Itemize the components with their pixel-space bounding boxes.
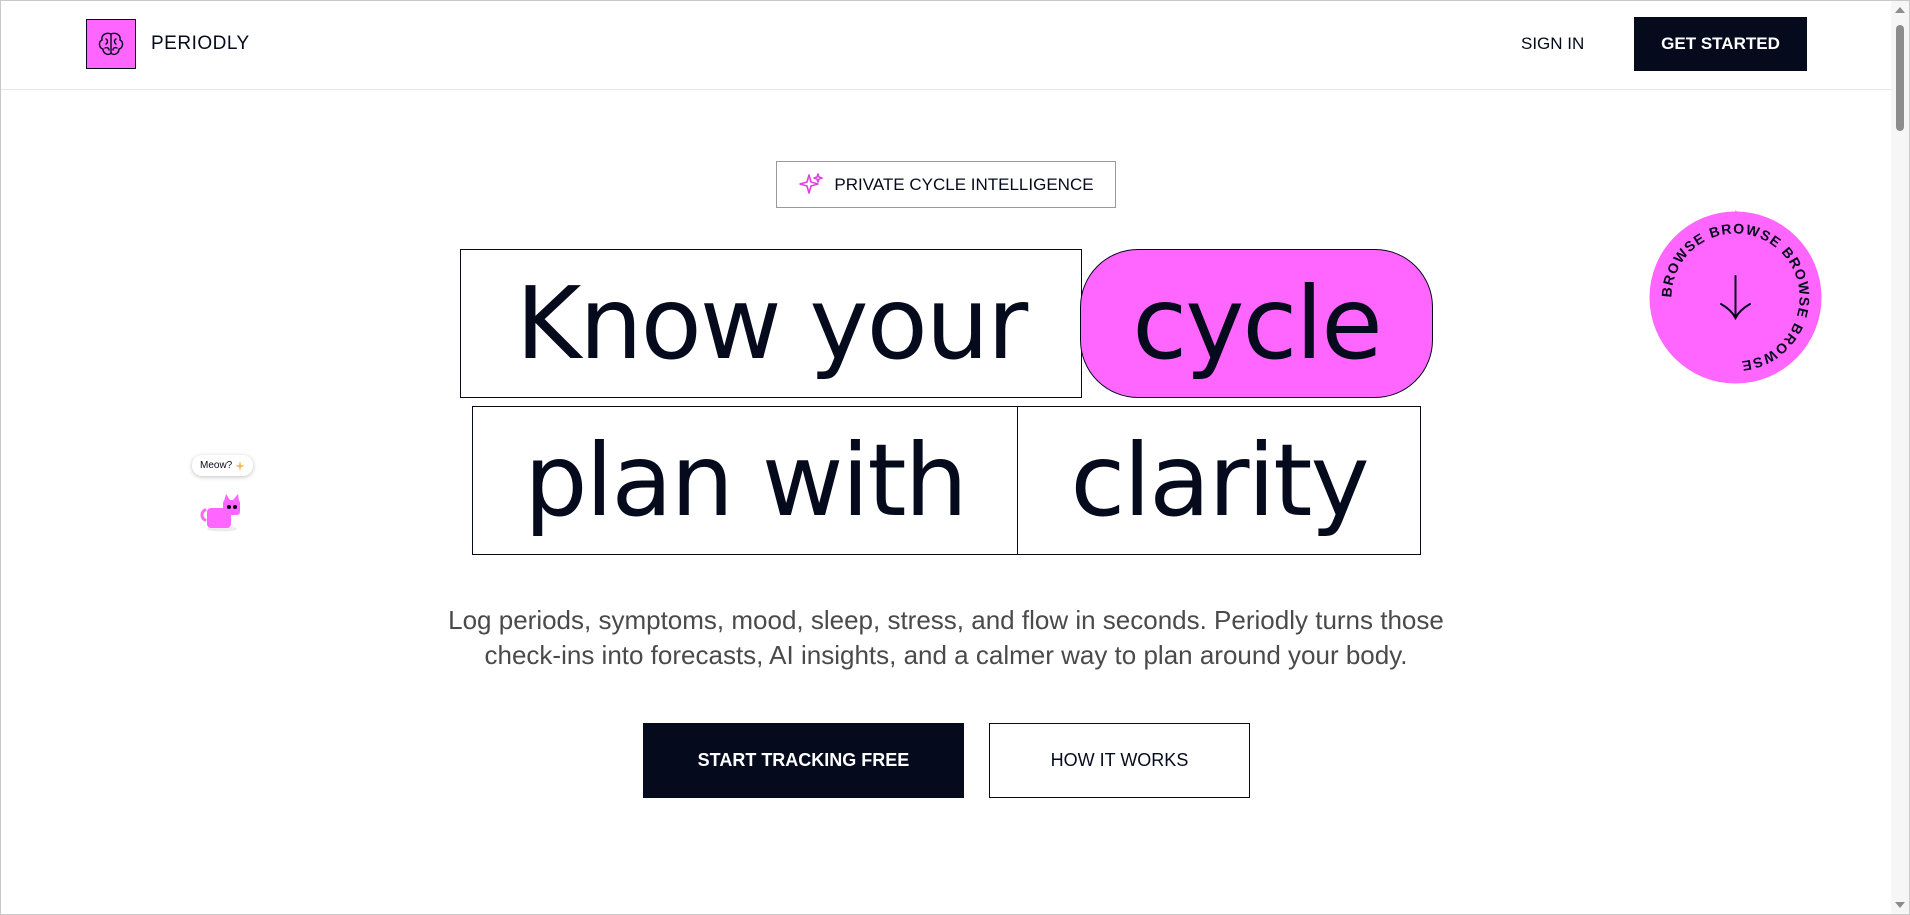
hero-description: Log periods, symptoms, mood, sleep, stre… — [396, 603, 1496, 673]
mascot-bubble-text: Meow? — [200, 460, 233, 471]
brand-logo-icon[interactable] — [86, 19, 136, 69]
headline-plan-with: plan with — [472, 406, 1018, 555]
browse-seal[interactable]: BROWSE BROWSE BROWSE BROWSE — [1638, 200, 1833, 395]
hero-description-line-2: check-ins into forecasts, AI insights, a… — [484, 640, 1408, 670]
mascot-speech-bubble: Meow? — [192, 455, 254, 476]
start-tracking-button[interactable]: START TRACKING FREE — [643, 723, 964, 798]
get-started-button[interactable]: GET STARTED — [1634, 17, 1807, 71]
scroll-thumb[interactable] — [1896, 25, 1904, 131]
sparkle-icon — [799, 172, 824, 194]
private-cycle-badge: PRIVATE CYCLE INTELLIGENCE — [776, 161, 1116, 208]
brand-name[interactable]: PERIODLY — [151, 33, 250, 55]
sign-in-link[interactable]: SIGN IN — [1521, 34, 1584, 54]
page-scrollbar[interactable] — [1891, 1, 1909, 914]
how-it-works-button[interactable]: HOW IT WORKS — [989, 723, 1250, 798]
headline-know-your: Know your — [460, 249, 1082, 398]
scroll-down-icon[interactable] — [1895, 902, 1905, 908]
scroll-up-icon[interactable] — [1895, 7, 1905, 13]
headline-clarity: clarity — [1017, 406, 1421, 555]
site-header: PERIODLY SIGN IN GET STARTED — [1, 1, 1891, 90]
headline-cycle-pill: cycle — [1080, 249, 1433, 398]
hero-description-line-1: Log periods, symptoms, mood, sleep, stre… — [448, 605, 1444, 635]
cat-icon[interactable] — [199, 490, 245, 532]
sparkle-icon — [235, 460, 246, 471]
badge-label: PRIVATE CYCLE INTELLIGENCE — [834, 174, 1094, 194]
